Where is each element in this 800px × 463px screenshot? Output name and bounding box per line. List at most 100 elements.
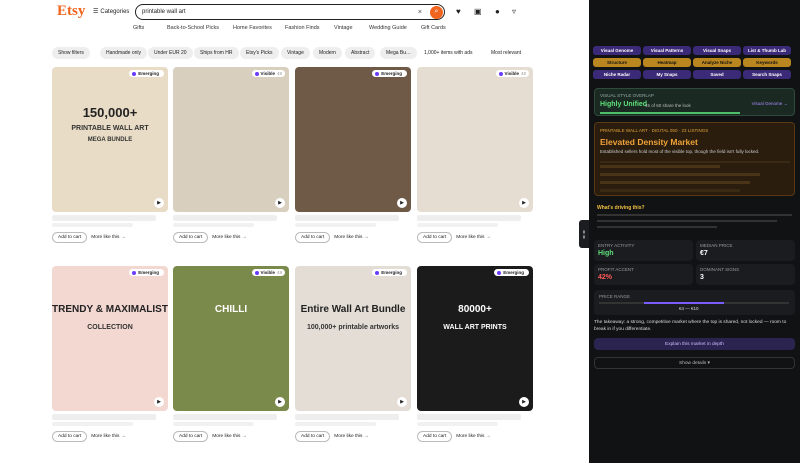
listing-thumbnail[interactable]: Emerging 80000+ WALL ART PRINTS ▶ [417, 266, 533, 411]
listing-card[interactable]: Emerging ▶ Add to cart More like this → [295, 67, 411, 243]
listing-card[interactable]: Emerging TRENDY & MAXIMALIST COLLECTION … [52, 266, 168, 442]
art-title: Entire Wall Art Bundle [300, 304, 406, 315]
listing-thumbnail[interactable]: Visible 48 ▶ [417, 67, 533, 212]
listing-card[interactable]: Visible 48 ▶ Add to cart More like this … [173, 67, 289, 243]
clear-icon[interactable]: × [418, 9, 422, 16]
driving-title[interactable]: What's driving this? [597, 205, 645, 211]
filter-mega-bundle[interactable]: Mega Bu… [380, 47, 418, 59]
listing-thumbnail[interactable]: Visible 48 ▶ [173, 67, 289, 212]
tab-structure[interactable]: Structure [593, 58, 641, 67]
subnav-back-to-school[interactable]: Back-to-School Picks [167, 25, 219, 31]
subnav-wedding-guide[interactable]: Wedding Guide [369, 25, 407, 31]
filter-ships-hr[interactable]: Ships from HR [194, 47, 239, 59]
show-filters-button[interactable]: Show filters [52, 47, 90, 59]
play-icon[interactable]: ▶ [154, 397, 164, 407]
explain-button[interactable]: Explain this market in depth [594, 338, 795, 350]
sort-dropdown[interactable]: Most relevant [485, 47, 528, 59]
heart-icon[interactable]: ♥ [456, 7, 461, 16]
market-card: PRINTABLE WALL ART · DIGITAL 050 · 23 LI… [594, 122, 795, 196]
panel-toggle-handle[interactable]: ▮▮ [579, 220, 589, 248]
tab-analyze-niche[interactable]: Analyze Niche [693, 58, 741, 67]
more-like-this-link[interactable]: More like this → [91, 235, 125, 240]
etsy-logo[interactable]: Etsy [57, 3, 85, 20]
subnav-home-favorites[interactable]: Home Favorites [233, 25, 272, 31]
filter-handmade[interactable]: Handmade only [100, 47, 148, 59]
tab-list-thumb-lab[interactable]: List & Thumb Lab [743, 46, 791, 55]
listing-card[interactable]: Visible 48 ▶ Add to cart More like this … [417, 67, 533, 243]
listing-card[interactable]: Emerging 80000+ WALL ART PRINTS ▶ Add to… [417, 266, 533, 442]
listing-thumbnail[interactable]: Emerging TRENDY & MAXIMALIST COLLECTION … [52, 266, 168, 411]
play-icon[interactable]: ▶ [275, 397, 285, 407]
takeaway-text: The takeaway: a strong, competitive mark… [594, 320, 787, 332]
add-to-cart-button[interactable]: Add to cart [52, 431, 88, 442]
subnav-gift-cards[interactable]: Gift Cards [421, 25, 446, 31]
tab-row-1: Visual Genome Visual Patterns Visual Snaps… [593, 46, 791, 55]
add-to-cart-button[interactable]: Add to cart [173, 232, 209, 243]
tab-row-3: Niche Radar My Snaps Saved Search Snaps [593, 70, 791, 79]
tab-visual-patterns[interactable]: Visual Patterns [643, 46, 691, 55]
tab-visual-genome[interactable]: Visual Genome [593, 46, 641, 55]
add-to-cart-button[interactable]: Add to cart [417, 431, 453, 442]
listing-thumbnail[interactable]: Visible 48 CHILLI ▶ [173, 266, 289, 411]
subnav-vintage[interactable]: Vintage [334, 25, 353, 31]
badge: Emerging [129, 70, 164, 77]
filter-under-eur20[interactable]: Under EUR 20 [148, 47, 193, 59]
art-sub2: MEGA BUNDLE [87, 137, 133, 143]
more-like-this-link[interactable]: More like this → [212, 434, 246, 439]
tab-search-snaps[interactable]: Search Snaps [743, 70, 791, 79]
listing-thumbnail[interactable]: Emerging Entire Wall Art Bundle 100,000+… [295, 266, 411, 411]
search-input[interactable]: printable wall art [142, 9, 418, 15]
subnav-gifts[interactable]: Gifts [133, 25, 144, 31]
filter-etsys-picks[interactable]: Etsy's Picks [240, 47, 279, 59]
show-details-button[interactable]: Show details ▾ [594, 357, 795, 369]
subnav-fashion-finds[interactable]: Fashion Finds [285, 25, 320, 31]
more-like-this-link[interactable]: More like this → [212, 235, 246, 240]
add-to-cart-button[interactable]: Add to cart [295, 431, 331, 442]
listing-title-placeholder [295, 215, 400, 221]
play-icon[interactable]: ▶ [154, 198, 164, 208]
add-to-cart-button[interactable]: Add to cart [173, 431, 209, 442]
filter-vintage[interactable]: Vintage [281, 47, 310, 59]
add-to-cart-button[interactable]: Add to cart [417, 232, 453, 243]
add-to-cart-button[interactable]: Add to cart [295, 232, 331, 243]
avatar-icon[interactable]: ● [495, 7, 500, 16]
add-to-cart-button[interactable]: Add to cart [52, 232, 88, 243]
tab-my-snaps[interactable]: My Snaps [643, 70, 691, 79]
categories-button[interactable]: ☰ Categories [93, 8, 129, 16]
overlap-label: VISUAL STYLE OVERLAP [600, 93, 654, 98]
listing-card[interactable]: Emerging 150,000+ PRINTABLE WALL ART MEG… [52, 67, 168, 243]
search-icon[interactable]: ⌕ [430, 5, 443, 19]
listing-card[interactable]: Emerging Entire Wall Art Bundle 100,000+… [295, 266, 411, 442]
badge: Emerging [494, 269, 529, 276]
cart-icon[interactable]: ▿ [512, 7, 516, 16]
filter-modern[interactable]: Modern [313, 47, 342, 59]
art-title: CHILLI [214, 304, 248, 315]
play-icon[interactable]: ▶ [275, 198, 285, 208]
tab-niche-radar[interactable]: Niche Radar [593, 70, 641, 79]
more-like-this-link[interactable]: More like this → [91, 434, 125, 439]
listing-thumbnail[interactable]: Emerging ▶ [295, 67, 411, 212]
tab-keywords[interactable]: Keywords [743, 58, 791, 67]
tab-visual-snaps[interactable]: Visual Snaps [693, 46, 741, 55]
filter-abstract[interactable]: Abstract [345, 47, 376, 59]
listing-title-placeholder [52, 414, 157, 420]
tab-saved[interactable]: Saved [693, 70, 741, 79]
listing-card[interactable]: Visible 48 CHILLI ▶ Add to cart More lik… [173, 266, 289, 442]
more-like-this-link[interactable]: More like this → [334, 235, 368, 240]
search-bar[interactable]: printable wall art × ⌕ [135, 4, 445, 20]
more-like-this-link[interactable]: More like this → [334, 434, 368, 439]
gift-icon[interactable]: ▣ [474, 7, 482, 16]
listing-title-placeholder [417, 215, 522, 221]
more-like-this-link[interactable]: More like this → [456, 434, 490, 439]
play-icon[interactable]: ▶ [519, 198, 529, 208]
visual-genome-link[interactable]: Visual Genome → [752, 101, 788, 106]
play-icon[interactable]: ▶ [397, 198, 407, 208]
more-like-this-link[interactable]: More like this → [456, 235, 490, 240]
etsy-page: Etsy ☰ Categories printable wall art × ⌕ … [0, 0, 589, 463]
listing-thumbnail[interactable]: Emerging 150,000+ PRINTABLE WALL ART MEG… [52, 67, 168, 212]
tab-heatmap[interactable]: Heatmap [643, 58, 691, 67]
play-icon[interactable]: ▶ [519, 397, 529, 407]
overlap-bar [600, 112, 740, 114]
listing-meta-placeholder [52, 422, 134, 426]
play-icon[interactable]: ▶ [397, 397, 407, 407]
